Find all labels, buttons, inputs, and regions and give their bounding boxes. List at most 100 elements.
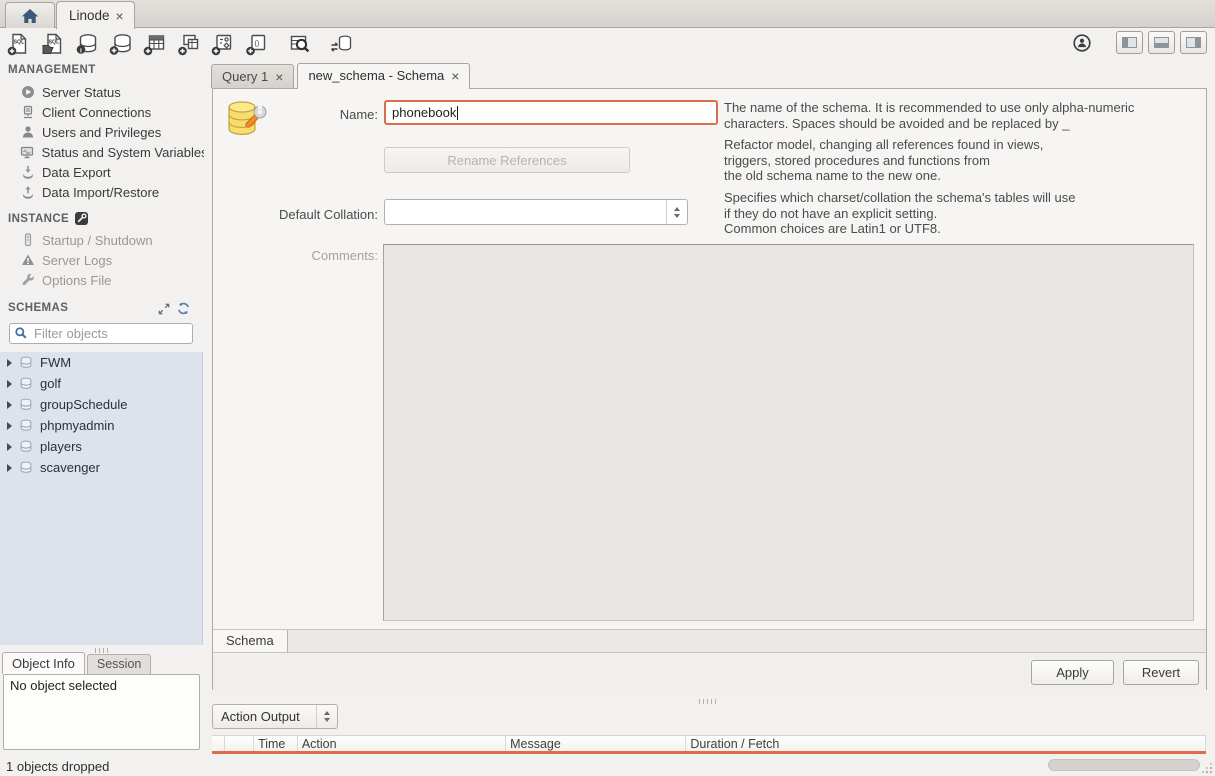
output-splitter-handle[interactable] [699, 699, 717, 704]
column-index[interactable] [225, 736, 254, 751]
create-view-button[interactable] [176, 32, 201, 57]
tab-new-schema[interactable]: new_schema - Schema × [297, 63, 470, 89]
management-section-header: MANAGEMENT [8, 64, 96, 76]
toggle-left-panel-button[interactable] [1116, 31, 1143, 54]
create-procedure-button[interactable] [210, 32, 235, 57]
column-icon[interactable] [212, 736, 225, 751]
close-icon[interactable]: × [449, 69, 461, 83]
sidebar-item-data-export[interactable]: Data Export [0, 162, 204, 182]
schema-icon [19, 461, 33, 474]
window-tab-strip: Linode × [0, 0, 1215, 28]
svg-text:(): () [254, 41, 259, 48]
user-icon [20, 125, 35, 139]
create-table-button[interactable] [142, 32, 167, 57]
search-data-icon [287, 32, 311, 56]
create-function-icon: () [245, 32, 269, 56]
expand-schemas-icon[interactable] [158, 303, 170, 315]
sidebar-item-data-import[interactable]: Data Import/Restore [0, 182, 204, 202]
tab-query-1[interactable]: Query 1 × [211, 64, 294, 88]
editor-action-bar: Apply Revert [213, 652, 1206, 690]
reconnect-db-button[interactable] [328, 32, 353, 57]
open-sql-script-button[interactable]: SQL [40, 32, 65, 57]
horizontal-scrollbar-thumb[interactable] [1048, 759, 1200, 771]
new-sql-tab-button[interactable]: SQL [6, 32, 31, 57]
schema-tree: FWM golf groupSchedule phpmyadmin player… [0, 352, 203, 645]
default-collation-select[interactable] [384, 199, 688, 225]
schema-node-scavenger[interactable]: scavenger [0, 457, 202, 478]
home-tab[interactable] [5, 2, 55, 28]
schema-node-players[interactable]: players [0, 436, 202, 457]
expander-icon[interactable] [7, 380, 12, 388]
expander-icon[interactable] [7, 422, 12, 430]
search-data-button[interactable] [286, 32, 311, 57]
schema-icon [19, 419, 33, 432]
connection-tab-label: Linode [69, 8, 110, 23]
sidebar-item-startup-shutdown[interactable]: Startup / Shutdown [0, 230, 204, 250]
tab-schema[interactable]: Schema [213, 630, 288, 653]
schema-filter-input[interactable] [9, 323, 193, 344]
close-icon[interactable]: × [114, 9, 126, 23]
schema-inspector-button[interactable]: i [74, 32, 99, 57]
schema-icon [19, 440, 33, 453]
create-table-icon [143, 32, 167, 56]
refresh-schemas-icon[interactable] [177, 302, 190, 315]
svg-text:SQL: SQL [48, 40, 59, 46]
close-icon[interactable]: × [273, 70, 285, 84]
import-up-icon [20, 185, 35, 199]
column-duration[interactable]: Duration / Fetch [686, 736, 1206, 751]
schemas-section-header: SCHEMAS [8, 302, 68, 314]
left-panel-icon [1122, 37, 1137, 48]
schema-node-groupschedule[interactable]: groupSchedule [0, 394, 202, 415]
output-panel: Action Output Time Action Message Durati… [204, 698, 1215, 756]
navigator-sidebar: MANAGEMENT Server Status Client Connecti… [0, 60, 204, 756]
create-procedure-icon [211, 32, 235, 56]
main-toolbar: SQL SQL i () [0, 28, 1215, 60]
schema-name-input[interactable]: phonebook [384, 100, 718, 125]
column-message[interactable]: Message [506, 736, 686, 751]
toggle-bottom-panel-button[interactable] [1148, 31, 1175, 54]
bottom-panel-icon [1154, 37, 1169, 48]
home-icon [20, 7, 40, 25]
client-connections-icon [20, 105, 35, 119]
monitor-icon [20, 145, 35, 159]
tab-session[interactable]: Session [87, 654, 151, 674]
column-time[interactable]: Time [254, 736, 298, 751]
tab-object-info[interactable]: Object Info [2, 652, 85, 674]
status-bar: 1 objects dropped [0, 756, 1215, 776]
rename-references-button[interactable]: Rename References [384, 147, 630, 173]
create-function-button[interactable]: () [244, 32, 269, 57]
schema-icon [19, 356, 33, 369]
toggle-right-panel-button[interactable] [1180, 31, 1207, 54]
connection-status-icon[interactable] [1071, 32, 1093, 54]
svg-text:SQL: SQL [13, 40, 24, 46]
revert-button[interactable]: Revert [1123, 660, 1199, 685]
sidebar-item-options-file[interactable]: Options File [0, 270, 204, 290]
sidebar-item-users-privileges[interactable]: Users and Privileges [0, 122, 204, 142]
sidebar-item-server-status[interactable]: Server Status [0, 82, 204, 102]
create-schema-button[interactable] [108, 32, 133, 57]
export-down-icon [20, 165, 35, 179]
schema-icon [19, 398, 33, 411]
expander-icon[interactable] [7, 401, 12, 409]
apply-button[interactable]: Apply [1031, 660, 1114, 685]
wrench-icon [20, 273, 35, 287]
sidebar-item-client-connections[interactable]: Client Connections [0, 102, 204, 122]
schema-node-phpmyadmin[interactable]: phpmyadmin [0, 415, 202, 436]
expander-icon[interactable] [7, 464, 12, 472]
column-action[interactable]: Action [298, 736, 506, 751]
expander-icon[interactable] [7, 359, 12, 367]
expander-icon[interactable] [7, 443, 12, 451]
sidebar-item-server-logs[interactable]: Server Logs [0, 250, 204, 270]
sidebar-item-status-variables[interactable]: Status and System Variables [0, 142, 204, 162]
status-message: 1 objects dropped [6, 759, 109, 774]
warning-icon [20, 253, 35, 267]
server-box-icon [20, 233, 35, 247]
schema-node-golf[interactable]: golf [0, 373, 202, 394]
search-icon [14, 326, 28, 340]
action-output-select[interactable]: Action Output [212, 704, 338, 729]
comments-textarea[interactable] [383, 244, 1194, 621]
right-panel-icon [1186, 37, 1201, 48]
connection-tab[interactable]: Linode × [56, 1, 135, 29]
schema-node-fwm[interactable]: FWM [0, 352, 202, 373]
window-resize-grip[interactable] [1202, 763, 1213, 774]
